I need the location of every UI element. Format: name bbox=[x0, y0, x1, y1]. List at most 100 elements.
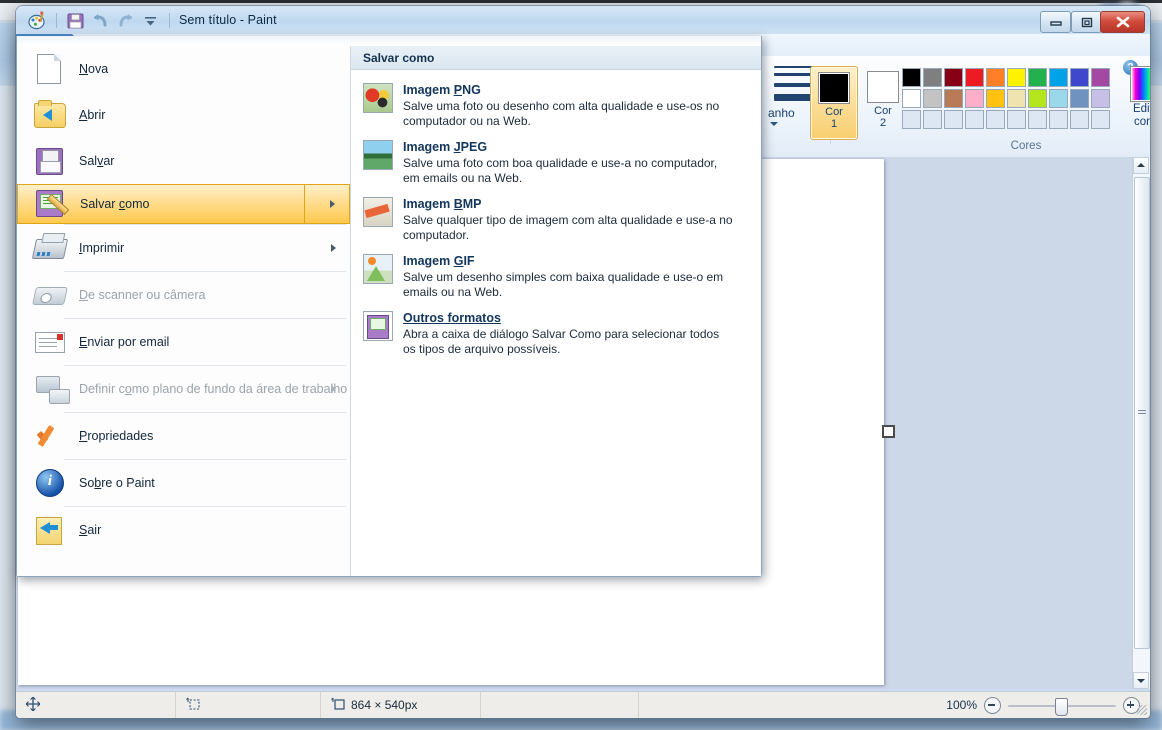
close-button[interactable] bbox=[1100, 11, 1145, 33]
menu-item-abrir[interactable]: Abrir bbox=[17, 92, 350, 138]
palette-swatch[interactable] bbox=[1049, 110, 1068, 129]
submenu-arrow-icon bbox=[331, 244, 336, 252]
canvas-resize-handle[interactable] bbox=[882, 425, 895, 438]
menu-item-salvar[interactable]: Salvar bbox=[17, 138, 350, 184]
palette-swatch[interactable] bbox=[1091, 89, 1110, 108]
paint-icon[interactable] bbox=[28, 10, 47, 30]
undo-icon[interactable] bbox=[91, 11, 110, 30]
color-1-button[interactable]: Cor 1 bbox=[810, 66, 858, 140]
format-description: Salve uma foto com boa qualidade e use-a… bbox=[403, 156, 718, 185]
format-item-outros[interactable]: Outros formatos Abra a caixa de diálogo … bbox=[351, 305, 761, 362]
image-size-cell: 864 × 540px bbox=[321, 692, 481, 718]
scrollbar-thumb[interactable] bbox=[1134, 177, 1150, 649]
menu-item-nova[interactable]: Nova bbox=[17, 46, 350, 92]
chevron-down-icon bbox=[1137, 679, 1145, 683]
format-title: Imagem BMP bbox=[403, 197, 482, 211]
menu-item-salvar-como[interactable]: Salvar como bbox=[17, 184, 350, 224]
palette-swatch[interactable] bbox=[986, 89, 1005, 108]
save-icon[interactable] bbox=[66, 11, 85, 30]
palette-swatch[interactable] bbox=[1007, 89, 1026, 108]
format-title: Imagem PNG bbox=[403, 83, 481, 97]
redo-icon[interactable] bbox=[116, 11, 135, 30]
image-size-value: 864 × 540px bbox=[351, 698, 418, 712]
menu-item-imprimir[interactable]: Imprimir bbox=[17, 225, 350, 271]
maximize-button[interactable] bbox=[1071, 11, 1102, 33]
palette-swatch[interactable] bbox=[923, 110, 942, 129]
menu-item-label: Sair bbox=[79, 523, 102, 537]
vertical-scrollbar[interactable] bbox=[1132, 157, 1150, 689]
menu-item-definir-plano-de-fundo: Definir como plano de fundo da área de t… bbox=[17, 366, 350, 412]
application-menu: Nova Abrir Salvar Salvar como Imprimir D… bbox=[16, 36, 762, 577]
chevron-up-icon bbox=[1137, 163, 1145, 167]
selection-size-icon bbox=[186, 697, 200, 714]
zoom-out-icon[interactable] bbox=[984, 696, 1001, 714]
color-1-label: Cor bbox=[825, 106, 843, 118]
edit-colors-label-2: cores bbox=[1133, 116, 1150, 128]
palette-row-1 bbox=[902, 68, 1110, 87]
palette-swatch[interactable] bbox=[923, 89, 942, 108]
scanner-icon bbox=[31, 278, 68, 312]
exit-icon bbox=[31, 513, 67, 547]
palette-swatch[interactable] bbox=[1091, 110, 1110, 129]
menu-item-label: Enviar por email bbox=[79, 335, 170, 349]
palette-swatch[interactable] bbox=[965, 110, 984, 129]
palette-swatch[interactable] bbox=[1007, 68, 1026, 87]
format-title: Imagem GIF bbox=[403, 254, 475, 268]
save-as-panel: Salvar como Imagem PNG Salve uma foto ou… bbox=[350, 46, 761, 576]
scroll-up-button[interactable] bbox=[1133, 157, 1149, 174]
format-item-png[interactable]: Imagem PNG Salve uma foto ou desenho com… bbox=[351, 77, 761, 134]
palette-swatch[interactable] bbox=[1049, 68, 1068, 87]
menu-item-sair[interactable]: Sair bbox=[17, 507, 350, 553]
palette-swatch[interactable] bbox=[986, 110, 1005, 129]
palette-row-3 bbox=[902, 110, 1110, 129]
customize-quick-access-icon[interactable] bbox=[141, 11, 160, 30]
zoom-slider[interactable] bbox=[1008, 697, 1116, 716]
palette-swatch[interactable] bbox=[944, 89, 963, 108]
palette-swatch[interactable] bbox=[902, 110, 921, 129]
edit-colors-button[interactable]: Editar cores bbox=[1122, 66, 1150, 129]
resize-grip-icon[interactable] bbox=[1137, 705, 1147, 715]
palette-swatch[interactable] bbox=[1091, 68, 1110, 87]
palette-swatch[interactable] bbox=[1028, 110, 1047, 129]
palette-swatch[interactable] bbox=[944, 110, 963, 129]
palette-swatch[interactable] bbox=[902, 68, 921, 87]
color-2-label: Cor bbox=[874, 105, 892, 117]
menu-item-label: Salvar bbox=[79, 154, 115, 168]
color-2-swatch bbox=[867, 71, 899, 103]
color-1-swatch bbox=[818, 72, 850, 104]
palette-swatch[interactable] bbox=[923, 68, 942, 87]
palette-swatch[interactable] bbox=[1028, 68, 1047, 87]
color-2-button[interactable]: Cor 2 bbox=[860, 66, 906, 138]
palette-swatch[interactable] bbox=[944, 68, 963, 87]
format-item-bmp[interactable]: Imagem BMP Salve qualquer tipo de imagem… bbox=[351, 191, 761, 248]
palette-swatch[interactable] bbox=[965, 89, 984, 108]
palette-swatch[interactable] bbox=[1007, 110, 1026, 129]
palette-swatch[interactable] bbox=[1028, 89, 1047, 108]
palette-swatch[interactable] bbox=[1070, 110, 1089, 129]
new-document-icon bbox=[31, 52, 67, 86]
format-item-gif[interactable]: Imagem GIF Salve um desenho simples com … bbox=[351, 248, 761, 305]
palette-swatch[interactable] bbox=[902, 89, 921, 108]
menu-item-sobre-o-paint[interactable]: i Sobre o Paint bbox=[17, 460, 350, 506]
palette-swatch[interactable] bbox=[986, 68, 1005, 87]
palette-swatch[interactable] bbox=[965, 68, 984, 87]
color-palette bbox=[902, 68, 1110, 131]
palette-swatch[interactable] bbox=[1070, 89, 1089, 108]
save-disk-icon bbox=[31, 144, 67, 178]
save-as-format-list: Imagem PNG Salve uma foto ou desenho com… bbox=[351, 70, 761, 362]
window-title: Sem título - Paint bbox=[179, 13, 277, 27]
zoom-slider-thumb[interactable] bbox=[1055, 697, 1068, 716]
menu-item-enviar-por-email[interactable]: Enviar por email bbox=[17, 319, 350, 365]
maximize-icon bbox=[1072, 12, 1101, 32]
save-as-panel-title: Salvar como bbox=[363, 50, 435, 65]
application-menu-top-edge bbox=[17, 36, 761, 46]
scroll-down-button[interactable] bbox=[1133, 672, 1149, 689]
palette-swatch[interactable] bbox=[1070, 68, 1089, 87]
menu-item-propriedades[interactable]: Propriedades bbox=[17, 413, 350, 459]
minimize-button[interactable] bbox=[1040, 11, 1071, 33]
palette-swatch[interactable] bbox=[1049, 89, 1068, 108]
menu-item-label: Sobre o Paint bbox=[79, 476, 155, 490]
application-menu-left-list: Nova Abrir Salvar Salvar como Imprimir D… bbox=[17, 46, 350, 576]
menu-item-label: Definir como plano de fundo da área de t… bbox=[79, 382, 348, 396]
format-item-jpeg[interactable]: Imagem JPEG Salve uma foto com boa quali… bbox=[351, 134, 761, 191]
